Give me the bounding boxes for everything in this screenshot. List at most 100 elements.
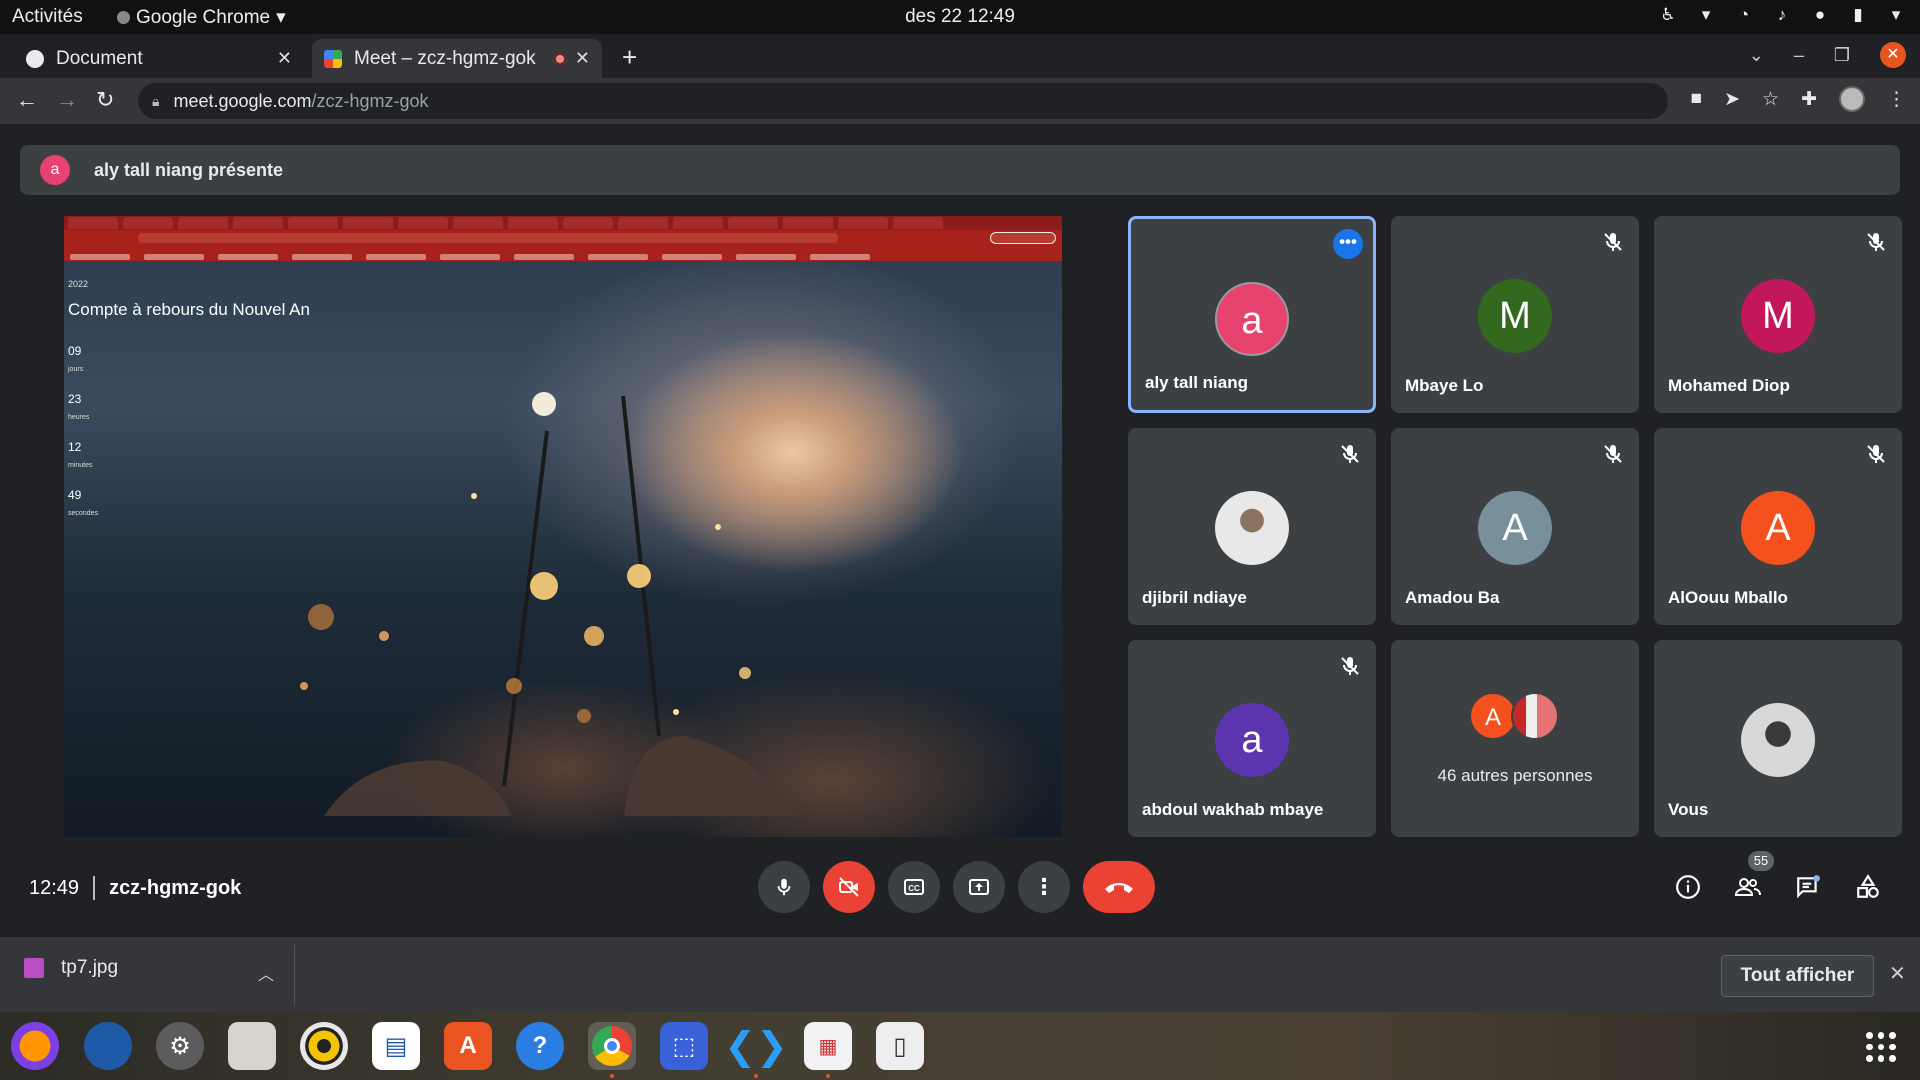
participant-tile[interactable]: M Mbaye Lo bbox=[1391, 216, 1639, 413]
presenter-avatar: a bbox=[40, 155, 70, 185]
system-tray[interactable]: ♿ ▾ ◔ ♪ ● ▮ ▾ bbox=[1658, 5, 1906, 25]
muted-mic-icon bbox=[1604, 445, 1622, 463]
tab-meet[interactable]: Meet – zcz-hgmz-gok ✕ bbox=[312, 39, 602, 78]
microphone-button[interactable] bbox=[758, 861, 810, 913]
taskbar-dock: ⚙ ▤ A ? ⬚ ❮❯ ▦ ▯ bbox=[0, 1012, 1920, 1080]
shared-screen[interactable]: 2022 Compte à rebours du Nouvel An 09 jo… bbox=[64, 216, 1062, 837]
present-screen-button[interactable] bbox=[953, 861, 1005, 913]
settings-icon[interactable]: ⚙ bbox=[156, 1022, 204, 1070]
screenshot-icon[interactable]: ⬚ bbox=[660, 1022, 708, 1070]
microphone-icon bbox=[777, 878, 791, 896]
chrome-app-icon bbox=[117, 11, 130, 24]
activities-button[interactable] bbox=[1849, 868, 1887, 906]
participant-tile[interactable]: M Mohamed Diop bbox=[1654, 216, 1902, 413]
activities-button[interactable]: Activités bbox=[12, 6, 83, 28]
toolbar-actions: ■ ➤ ☆ ✚ ⋮ bbox=[1691, 86, 1906, 112]
profile-avatar[interactable] bbox=[1839, 86, 1865, 112]
extensions-icon[interactable]: ✚ bbox=[1801, 88, 1817, 111]
show-applications-icon[interactable] bbox=[1866, 1032, 1896, 1062]
url-path: /zcz-hgmz-gok bbox=[311, 90, 429, 111]
software-center-icon[interactable]: A bbox=[444, 1022, 492, 1070]
bookmark-star-icon[interactable]: ☆ bbox=[1762, 88, 1779, 111]
vscode-icon[interactable]: ❮❯ bbox=[724, 1022, 788, 1070]
maximize-icon[interactable]: ❐ bbox=[1834, 45, 1850, 66]
close-window-button[interactable]: ✕ bbox=[1880, 42, 1906, 68]
others-count-label: 46 autres personnes bbox=[1437, 766, 1593, 785]
camera-off-icon bbox=[839, 877, 859, 897]
chevron-up-icon[interactable]: ︿ bbox=[258, 961, 274, 985]
thunderbird-icon[interactable] bbox=[84, 1022, 132, 1070]
camera-off-button[interactable] bbox=[823, 861, 875, 913]
lock-icon[interactable]: 🔒︎ bbox=[152, 93, 159, 110]
self-tile[interactable]: Vous bbox=[1654, 640, 1902, 837]
participant-name: Mohamed Diop bbox=[1668, 376, 1790, 395]
minimize-icon[interactable]: – bbox=[1794, 45, 1804, 66]
accessibility-icon[interactable]: ♿ bbox=[1658, 5, 1678, 25]
meeting-time: 12:49 bbox=[29, 876, 80, 899]
participant-tile[interactable]: A Amadou Ba bbox=[1391, 428, 1639, 625]
more-options-button[interactable]: ⋮ bbox=[1018, 861, 1070, 913]
chrome-icon[interactable] bbox=[588, 1022, 636, 1070]
tab-search-icon[interactable]: ⌄ bbox=[1749, 45, 1764, 66]
tab-title: Document bbox=[56, 47, 143, 69]
camera-icon[interactable]: ■ bbox=[1691, 88, 1702, 110]
info-icon bbox=[1676, 875, 1700, 899]
avatar: A bbox=[1741, 491, 1815, 565]
recording-indicator-icon bbox=[552, 51, 567, 66]
participant-name: abdoul wakhab mbaye bbox=[1142, 800, 1324, 819]
running-indicator bbox=[754, 1074, 758, 1078]
more-options-icon[interactable]: ••• bbox=[1333, 229, 1363, 259]
captions-button[interactable]: CC bbox=[888, 861, 940, 913]
reload-icon[interactable]: ↻ bbox=[96, 87, 114, 113]
files-icon[interactable] bbox=[228, 1022, 276, 1070]
more-vert-icon: ⋮ bbox=[1033, 874, 1055, 899]
hang-up-icon bbox=[1105, 883, 1133, 893]
close-icon[interactable]: ✕ bbox=[277, 48, 292, 69]
rhythmbox-icon[interactable] bbox=[300, 1022, 348, 1070]
writer-icon[interactable]: ▤ bbox=[372, 1022, 420, 1070]
download-item[interactable]: tp7.jpg bbox=[24, 957, 118, 979]
participant-tile[interactable]: a abdoul wakhab mbaye bbox=[1128, 640, 1376, 837]
muted-mic-icon bbox=[1604, 233, 1622, 251]
countdown-seconds: 49 secondes bbox=[68, 488, 98, 517]
firefox-icon[interactable] bbox=[11, 1022, 59, 1070]
app-menu[interactable]: Google Chrome ▾ bbox=[117, 6, 286, 29]
help-icon[interactable]: ? bbox=[516, 1022, 564, 1070]
volume-icon: ♪ bbox=[1777, 5, 1787, 24]
browser-toolbar: ← → ↻ 🔒︎ meet.google.com/zcz-hgmz-gok ■ … bbox=[0, 78, 1920, 124]
system-clock[interactable]: des 22 12:49 bbox=[0, 6, 1920, 28]
address-bar[interactable]: 🔒︎ meet.google.com/zcz-hgmz-gok bbox=[138, 83, 1668, 119]
participant-tile[interactable]: djibril ndiaye bbox=[1128, 428, 1376, 625]
image-viewer-icon[interactable]: ▦ bbox=[804, 1022, 852, 1070]
forward-icon[interactable]: → bbox=[56, 87, 78, 113]
close-icon[interactable]: ✕ bbox=[1889, 961, 1906, 986]
menu-icon[interactable]: ⋮ bbox=[1887, 88, 1906, 111]
tab-document[interactable]: Document ✕ bbox=[14, 39, 304, 78]
people-button[interactable] bbox=[1729, 868, 1767, 906]
meeting-code: zcz-hgmz-gok bbox=[109, 876, 242, 899]
chevron-down-icon: ▾ bbox=[1701, 5, 1711, 24]
others-tile[interactable]: A 46 autres personnes bbox=[1391, 640, 1639, 837]
close-icon[interactable]: ✕ bbox=[575, 48, 590, 69]
chat-button[interactable] bbox=[1789, 868, 1827, 906]
new-tab-button[interactable]: + bbox=[622, 42, 637, 73]
divider bbox=[93, 876, 96, 900]
participant-tile[interactable]: A AlOouu Mballo bbox=[1654, 428, 1902, 625]
avatar-photo bbox=[1215, 491, 1289, 565]
captured-address-bar bbox=[64, 230, 1062, 247]
participant-tile[interactable]: ••• a aly tall niang bbox=[1128, 216, 1376, 413]
media-player-icon[interactable]: ▯ bbox=[876, 1022, 924, 1070]
avatar: a bbox=[1215, 703, 1289, 777]
avatar: a bbox=[1215, 282, 1289, 356]
muted-mic-icon bbox=[1867, 233, 1885, 251]
send-icon[interactable]: ➤ bbox=[1724, 88, 1740, 111]
countdown-days: 09 jours bbox=[68, 344, 84, 373]
image-file-icon bbox=[24, 958, 44, 978]
end-call-button[interactable] bbox=[1083, 861, 1155, 913]
captured-bookmarks-bar bbox=[64, 247, 1062, 261]
show-all-downloads-button[interactable]: Tout afficher bbox=[1721, 955, 1874, 997]
shapes-icon bbox=[1857, 874, 1879, 898]
participant-name: AlOouu Mballo bbox=[1668, 588, 1788, 607]
back-icon[interactable]: ← bbox=[16, 87, 38, 113]
meeting-details-button[interactable] bbox=[1669, 868, 1707, 906]
